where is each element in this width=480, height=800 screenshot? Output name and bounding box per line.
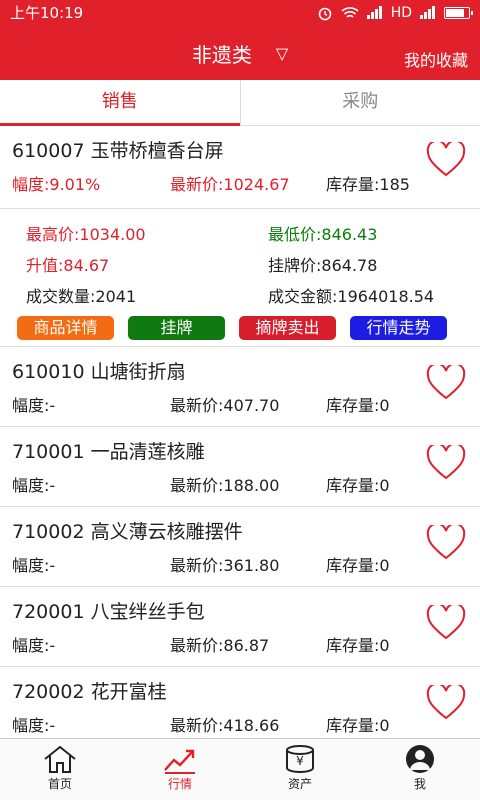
nav-home[interactable]: 首页 — [0, 739, 120, 800]
latest-price: 最新价:1024.67 — [170, 175, 290, 194]
battery-icon — [444, 6, 473, 19]
app-header: 非遗类 ▽ 我的收藏 — [0, 25, 480, 80]
heart-icon[interactable] — [426, 365, 466, 401]
signal-icon — [366, 6, 382, 19]
nav-label: 资产 — [287, 777, 312, 791]
delist-sell-button[interactable]: 摘牌卖出 — [239, 316, 336, 340]
item-details-panel: 最高价:1034.00 最低价:846.43 升值:84.67 挂牌价:864.… — [0, 209, 480, 347]
nav-label: 行情 — [167, 777, 192, 791]
latest-price: 最新价:407.70 — [170, 396, 280, 415]
high-price: 最高价:1034.00 — [26, 224, 146, 244]
svg-text:¥: ¥ — [296, 754, 304, 768]
product-name: 720001 八宝绊丝手包 — [12, 601, 205, 623]
heart-icon[interactable] — [426, 605, 466, 641]
tab-sell[interactable]: 销售 — [0, 80, 240, 126]
heart-icon[interactable] — [426, 685, 466, 721]
trade-volume: 成交数量:2041 — [26, 286, 137, 306]
stock: 库存量:0 — [326, 556, 390, 575]
nav-label: 我 — [413, 777, 426, 791]
product-name: 720002 花开富桂 — [12, 681, 167, 703]
stock: 库存量:0 — [326, 636, 390, 655]
nav-label: 首页 — [47, 777, 72, 791]
chevron-down-icon: ▽ — [275, 44, 289, 63]
market-trend-button[interactable]: 行情走势 — [350, 316, 447, 340]
list-item[interactable]: 610007 玉带桥檀香台屏 幅度:9.01% 最新价:1024.67 库存量:… — [0, 126, 480, 209]
home-icon — [44, 745, 76, 773]
heart-icon[interactable] — [426, 525, 466, 561]
latest-price: 最新价:86.87 — [170, 636, 270, 655]
list-item[interactable]: 720001 八宝绊丝手包 幅度:- 最新价:86.87 库存量:0 — [0, 587, 480, 667]
listed-price: 挂牌价:864.78 — [268, 255, 378, 275]
stock: 库存量:0 — [326, 716, 390, 735]
low-price: 最低价:846.43 — [268, 224, 378, 244]
alarm-icon — [318, 7, 331, 20]
bottom-nav: 首页 行情 ¥ 资产 我 — [0, 738, 480, 800]
amplitude: 幅度:- — [12, 556, 56, 575]
product-details-button[interactable]: 商品详情 — [17, 316, 114, 340]
network-type: HD — [390, 4, 412, 21]
product-name: 710002 高义薄云核雕摆件 — [12, 521, 243, 543]
latest-price: 最新价:361.80 — [170, 556, 280, 575]
stock: 库存量:185 — [326, 175, 410, 194]
tab-bar: 销售 采购 — [0, 80, 480, 126]
amplitude: 幅度:- — [12, 476, 56, 495]
stock: 库存量:0 — [326, 476, 390, 495]
amplitude: 幅度:- — [12, 396, 56, 415]
heart-icon[interactable] — [426, 142, 466, 178]
list-item[interactable]: 710001 一品清莲核雕 幅度:- 最新价:188.00 库存量:0 — [0, 427, 480, 507]
signal-icon — [420, 6, 435, 19]
list-button[interactable]: 挂牌 — [128, 316, 225, 340]
amplitude: 幅度:- — [12, 636, 56, 655]
trade-amount: 成交金额:1964018.54 — [268, 286, 435, 306]
status-time: 上午10:19 — [10, 4, 84, 22]
product-list: 610007 玉带桥檀香台屏 幅度:9.01% 最新价:1024.67 库存量:… — [0, 126, 480, 738]
list-item[interactable]: 720002 花开富桂 幅度:- 最新价:418.66 库存量:0 — [0, 667, 480, 738]
heart-icon[interactable] — [426, 445, 466, 481]
amplitude: 幅度:- — [12, 716, 56, 735]
favorites-link[interactable]: 我的收藏 — [404, 47, 468, 71]
status-bar: 上午10:19 HD — [0, 0, 480, 25]
rise-value: 升值:84.67 — [26, 255, 110, 275]
product-name: 610007 玉带桥檀香台屏 — [12, 140, 224, 162]
list-item[interactable]: 710002 高义薄云核雕摆件 幅度:- 最新价:361.80 库存量:0 — [0, 507, 480, 587]
wifi-icon — [341, 6, 359, 18]
amplitude: 幅度:9.01% — [12, 175, 101, 194]
product-name: 710001 一品清莲核雕 — [12, 441, 205, 463]
stock: 库存量:0 — [326, 396, 390, 415]
latest-price: 最新价:188.00 — [170, 476, 280, 495]
user-icon — [406, 745, 434, 773]
latest-price: 最新价:418.66 — [170, 716, 280, 735]
tab-buy[interactable]: 采购 — [239, 80, 480, 125]
nav-market[interactable]: 行情 — [120, 739, 240, 800]
nav-me[interactable]: 我 — [360, 739, 480, 800]
list-item[interactable]: 610010 山塘街折扇 幅度:- 最新价:407.70 库存量:0 — [0, 347, 480, 427]
market-trend-icon — [164, 749, 195, 774]
assets-yuan-icon: ¥ — [286, 745, 314, 773]
page-title: 非遗类 — [191, 43, 252, 67]
nav-assets[interactable]: ¥ 资产 — [240, 739, 360, 800]
category-selector[interactable]: 非遗类 ▽ — [192, 39, 288, 68]
product-name: 610010 山塘街折扇 — [12, 361, 186, 383]
